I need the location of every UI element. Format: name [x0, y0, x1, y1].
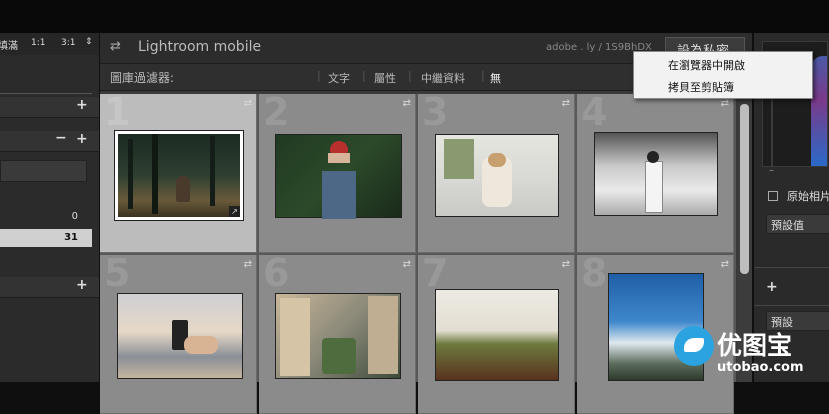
thumbnail-subway-girl[interactable] [594, 132, 718, 216]
grid-cell-7[interactable]: 7 ⇄ [418, 251, 575, 414]
grid-cell-4[interactable]: 4 ⇄ [577, 90, 734, 253]
cell-number: 4 [581, 90, 608, 134]
add-plus-icon-c[interactable]: + [76, 277, 88, 293]
panel-header-b[interactable]: − + [0, 130, 99, 152]
photo-grid: 1 ⇄ ↗ 2 ⇄ 3 ⇄ 4 ⇄ 5 ⇄ 6 ⇄ 7 ⇄ 8 ⇄ [100, 90, 736, 414]
menu-copy-to-clipboard[interactable]: 拷貝至剪貼簿 [668, 79, 734, 95]
add-plus-icon-b[interactable]: + [76, 131, 88, 147]
cell-number: 6 [263, 251, 290, 295]
context-menu: 在瀏覽器中開啟 拷貝至剪貼簿 [633, 51, 813, 99]
thumbnail-forest-girl[interactable]: ↗ [114, 130, 244, 221]
grid-cell-5[interactable]: 5 ⇄ [100, 251, 257, 414]
separator: | [481, 69, 485, 82]
rotate-icon[interactable]: ⇄ [244, 98, 252, 109]
add-plus-icon-right[interactable]: + [766, 279, 778, 295]
count-b: 31 [64, 232, 78, 243]
separator: | [317, 69, 321, 82]
divider [0, 93, 92, 94]
zoom-fill-label[interactable]: 填滿 [0, 37, 18, 52]
original-photo-label: 原始相片 [787, 190, 829, 203]
separator: | [408, 69, 412, 82]
rotate-icon[interactable]: ⇄ [562, 98, 570, 109]
thumbnail-rooftop-feet[interactable] [275, 293, 401, 379]
lightroom-mobile-title: Lightroom mobile [138, 39, 262, 55]
zoom-1-1-label[interactable]: 1:1 [31, 38, 45, 48]
rotate-icon[interactable]: ⇄ [244, 259, 252, 270]
rotate-icon[interactable]: ⇄ [403, 98, 411, 109]
preset-value-label: 預設值 [771, 219, 804, 232]
panel-header-a[interactable]: + [0, 97, 99, 118]
filter-attribute[interactable]: 屬性 [374, 70, 396, 86]
filter-text[interactable]: 文字 [328, 70, 350, 86]
cell-number: 5 [104, 251, 131, 295]
left-panel: 填滿 1:1 3:1 ⇕ + − + 0 31 + [0, 33, 100, 382]
cell-number: 3 [422, 90, 449, 134]
rotate-icon[interactable]: ⇄ [403, 259, 411, 270]
watermark-url: utobao.com [717, 360, 804, 375]
panel-header-c[interactable]: + [0, 277, 99, 298]
separator: | [362, 69, 366, 82]
grid-cell-3[interactable]: 3 ⇄ [418, 90, 575, 253]
cell-number: 2 [263, 90, 290, 134]
collapse-minus-icon[interactable]: − [55, 130, 67, 146]
zoom-row: 填滿 1:1 3:1 ⇕ [0, 33, 99, 55]
zoom-stepper-icon[interactable]: ⇕ [85, 37, 93, 47]
filter-none[interactable]: 無 [490, 70, 501, 86]
thumbnail-camera-girl[interactable] [275, 134, 402, 219]
search-input[interactable] [0, 160, 87, 182]
rotate-icon[interactable]: ⇄ [562, 259, 570, 270]
menu-open-in-browser[interactable]: 在瀏覽器中開啟 [668, 57, 745, 73]
filter-metadata[interactable]: 中繼資料 [421, 70, 465, 86]
preset-value-select[interactable]: 預設值 [766, 214, 829, 234]
cell-number: 1 [104, 90, 131, 134]
count-a: 0 [71, 211, 78, 222]
sync-arrows-icon[interactable]: ⇄ [110, 39, 121, 54]
grid-cell-2[interactable]: 2 ⇄ [259, 90, 416, 253]
library-filter-label: 圖庫過濾器: [110, 71, 175, 85]
edited-badge-icon: ↗ [229, 206, 240, 217]
grid-cell-6[interactable]: 6 ⇄ [259, 251, 416, 414]
zoom-3-1-label[interactable]: 3:1 [61, 38, 75, 48]
thumbnail-field[interactable] [435, 289, 559, 381]
watermark-bird-logo-icon [674, 326, 714, 366]
top-strip: 填滿 1:1 3:1 [0, 0, 829, 53]
add-plus-icon[interactable]: + [76, 97, 88, 113]
grid-cell-1[interactable]: 1 ⇄ ↗ [100, 90, 257, 253]
scrollbar-thumb[interactable] [740, 104, 749, 274]
divider [754, 267, 829, 268]
rotate-icon[interactable]: ⇄ [721, 98, 729, 109]
dash: – [769, 165, 774, 176]
list-item-b-selected[interactable]: 31 [0, 229, 92, 247]
cell-number: 8 [581, 251, 608, 295]
list-item-a[interactable]: 0 [0, 208, 92, 226]
watermark-brand: 优图宝 [717, 331, 793, 360]
original-photo-checkbox[interactable] [768, 191, 778, 201]
rotate-icon[interactable]: ⇄ [721, 259, 729, 270]
thumbnail-phone-beach[interactable] [117, 293, 243, 379]
thumbnail-street-girls[interactable] [435, 134, 559, 217]
divider [754, 305, 829, 306]
